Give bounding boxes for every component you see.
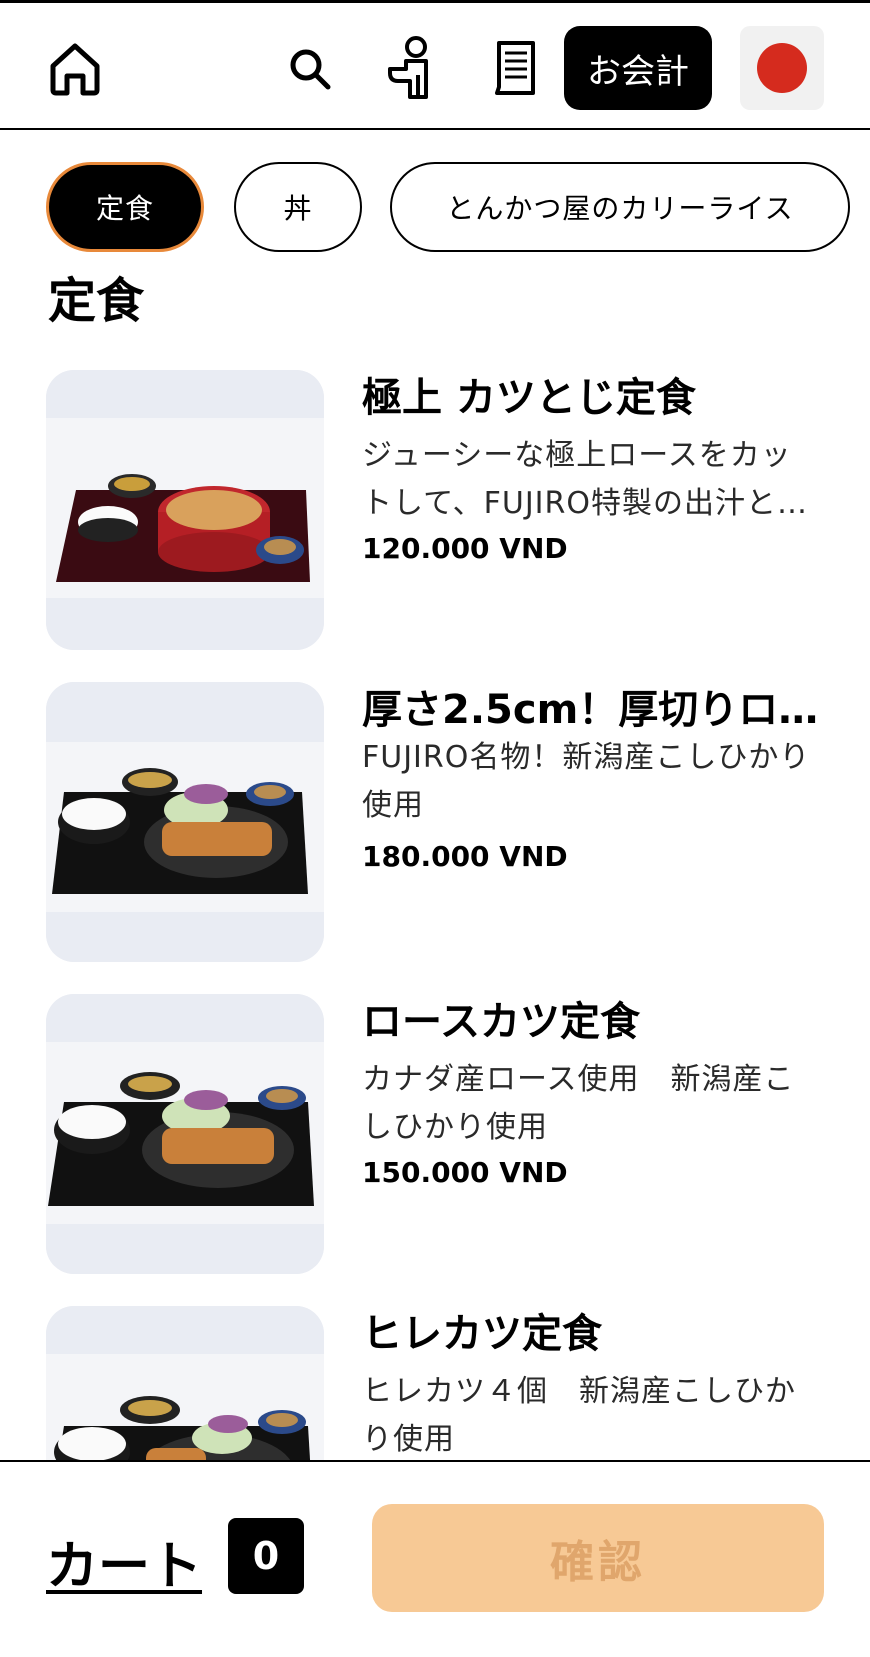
checkout-button[interactable]: お会計 — [564, 26, 712, 110]
menu-item-description: ジューシーな極上ロースをカットして、FUJIRO特製の出汁と… — [362, 438, 808, 521]
menu-item-price: 180.000 VND — [362, 840, 568, 873]
menu-item-name: 厚さ2.5cm！厚切りロ… — [362, 687, 819, 733]
menu-item-image — [46, 994, 324, 1274]
category-tabs: 定食 丼 とんかつ屋のカリーライス — [0, 162, 870, 254]
tab-donburi[interactable]: 丼 — [234, 162, 362, 252]
menu-item-image — [46, 682, 324, 962]
home-button[interactable] — [40, 33, 110, 103]
menu-item-price: 150.000 VND — [362, 1156, 568, 1189]
call-staff-button[interactable] — [375, 33, 445, 103]
menu-item-name: 極上 カツとじ定食 — [362, 375, 696, 421]
cart-count-badge: 0 — [228, 1518, 304, 1594]
menu-item[interactable]: 極上 カツとじ定食 ジューシーな極上ロースをカットして、FUJIRO特製の出汁と… — [0, 370, 870, 650]
japan-flag-icon — [757, 43, 807, 93]
receipt-icon — [495, 41, 535, 95]
search-icon — [290, 49, 331, 90]
menu-item[interactable]: ロースカツ定食 カナダ産ロース使用 新潟産こしひかり使用 150.000 VND — [0, 994, 870, 1274]
menu-item[interactable]: ヒレカツ定食 ヒレカツ４個 新潟産こしひかり使用 — [0, 1306, 870, 1460]
menu-item-description: ヒレカツ４個 新潟産こしひかり使用 — [362, 1374, 796, 1457]
menu-item-image — [46, 370, 324, 650]
cart-bar: カート 0 確認 — [0, 1460, 870, 1657]
section-title: 定食 — [48, 255, 348, 325]
tab-teishoku[interactable]: 定食 — [46, 162, 204, 252]
order-history-button[interactable] — [485, 33, 545, 103]
menu-list: 極上 カツとじ定食 ジューシーな極上ロースをカットして、FUJIRO特製の出汁と… — [0, 370, 870, 1460]
language-selector[interactable] — [740, 26, 824, 110]
menu-item-description: カナダ産ロース使用 新潟産こしひかり使用 — [362, 1062, 795, 1145]
menu-item[interactable]: 厚さ2.5cm！厚切りロ… FUJIRO名物！新潟産こしひかり使用 180.00… — [0, 682, 870, 962]
section-title-text: 定食 — [48, 273, 145, 325]
staff-call-icon — [388, 36, 428, 99]
menu-item-description: FUJIRO名物！新潟産こしひかり使用 — [362, 740, 811, 823]
search-button[interactable] — [280, 39, 340, 99]
menu-item-image — [46, 1306, 324, 1460]
menu-item-name: ロースカツ定食 — [362, 999, 640, 1045]
cart-link[interactable]: カート — [46, 1524, 202, 1599]
tab-curry-rice[interactable]: とんかつ屋のカリーライス — [390, 162, 850, 252]
home-icon — [50, 43, 100, 96]
confirm-button[interactable]: 確認 — [372, 1504, 824, 1612]
menu-item-name: ヒレカツ定食 — [362, 1311, 602, 1357]
top-navigation-bar: お会計 — [0, 0, 870, 130]
menu-item-price: 120.000 VND — [362, 532, 568, 565]
